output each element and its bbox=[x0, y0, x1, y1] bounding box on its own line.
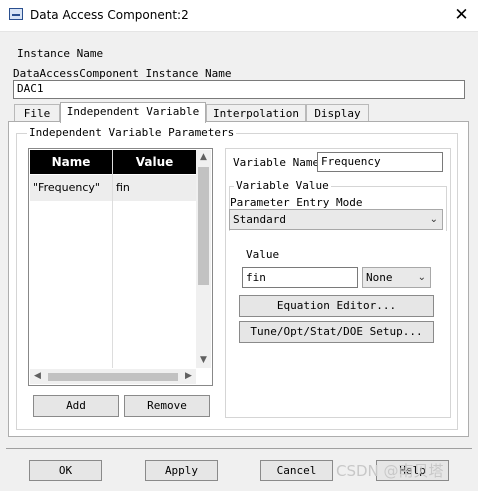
value-input[interactable]: fin bbox=[242, 267, 358, 288]
variable-value-title: Variable Value bbox=[234, 179, 331, 192]
parameter-entry-mode-value: Standard bbox=[233, 213, 286, 226]
params-group-title: Independent Variable Parameters bbox=[27, 126, 237, 139]
chevron-down-icon: ⌄ bbox=[417, 272, 426, 283]
scroll-left-icon[interactable]: ◀ bbox=[30, 369, 45, 384]
apply-button[interactable]: Apply bbox=[145, 460, 218, 481]
table-cell-name[interactable]: "Frequency" bbox=[33, 175, 100, 201]
chevron-down-icon: ⌄ bbox=[429, 214, 438, 225]
value-label: Value bbox=[246, 248, 280, 261]
column-header-name[interactable]: Name bbox=[30, 150, 112, 174]
scroll-down-icon[interactable]: ▼ bbox=[196, 353, 211, 368]
table-cell-value[interactable]: fin bbox=[116, 175, 130, 201]
instance-name-input[interactable]: DAC1 bbox=[13, 80, 465, 99]
scroll-right-icon[interactable]: ▶ bbox=[181, 369, 196, 384]
scroll-up-icon[interactable]: ▲ bbox=[196, 150, 211, 165]
tab-display[interactable]: Display bbox=[306, 104, 369, 122]
horizontal-scroll-thumb[interactable] bbox=[48, 373, 178, 381]
instance-name-label: Instance Name bbox=[17, 47, 104, 60]
cancel-button[interactable]: Cancel bbox=[260, 460, 333, 481]
close-icon[interactable]: ✕ bbox=[445, 0, 478, 31]
instance-name-sublabel: DataAccessComponent Instance Name bbox=[13, 67, 232, 80]
unit-select[interactable]: None ⌄ bbox=[362, 267, 431, 288]
parameter-entry-mode-label: Parameter Entry Mode bbox=[230, 196, 363, 209]
unit-value: None bbox=[366, 271, 393, 284]
parameter-entry-mode-select[interactable]: Standard ⌄ bbox=[229, 209, 443, 230]
tab-file[interactable]: File bbox=[14, 104, 60, 122]
tab-interpolation[interactable]: Interpolation bbox=[206, 104, 306, 122]
watermark: CSDN @南贝塔 bbox=[336, 462, 444, 480]
column-header-value[interactable]: Value bbox=[113, 150, 196, 174]
add-button[interactable]: Add bbox=[33, 395, 119, 417]
ok-button[interactable]: OK bbox=[29, 460, 102, 481]
window-title: Data Access Component:2 bbox=[30, 8, 189, 22]
footer-separator bbox=[6, 448, 472, 449]
app-icon bbox=[9, 8, 23, 20]
equation-editor-button[interactable]: Equation Editor... bbox=[239, 295, 434, 317]
tune-opt-setup-button[interactable]: Tune/Opt/Stat/DOE Setup... bbox=[239, 321, 434, 343]
column-divider bbox=[112, 150, 113, 368]
remove-button[interactable]: Remove bbox=[124, 395, 210, 417]
tab-independent-variable[interactable]: Independent Variable bbox=[60, 102, 206, 123]
vertical-scroll-thumb[interactable] bbox=[198, 167, 209, 285]
variable-name-input[interactable]: Frequency bbox=[317, 152, 443, 172]
variable-name-label: Variable Name bbox=[233, 156, 320, 169]
